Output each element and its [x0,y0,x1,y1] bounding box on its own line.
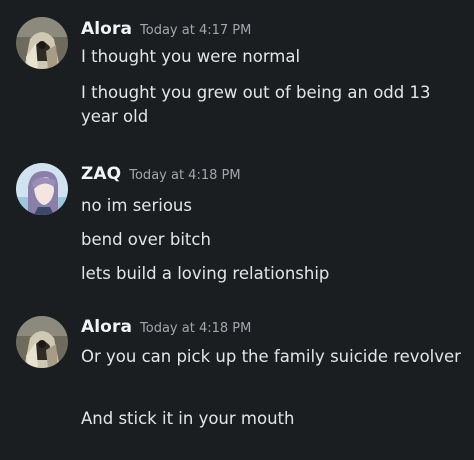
avatar[interactable] [16,17,68,69]
zaq-avatar-icon [16,163,68,215]
message-header: Alora Today at 4:18 PM [81,317,251,337]
avatar[interactable] [16,316,68,368]
username[interactable]: ZAQ [81,164,121,184]
timestamp: Today at 4:17 PM [140,23,252,38]
avatar[interactable] [16,163,68,215]
message-text: bend over bitch [81,230,211,249]
timestamp: Today at 4:18 PM [140,321,252,336]
message-text: And stick it in your mouth [81,409,295,428]
message-header: ZAQ Today at 4:18 PM [81,164,241,184]
message-text: I thought you were normal [81,47,301,66]
message-text: no im serious [81,196,192,215]
username[interactable]: Alora [81,19,132,39]
message-text: lets build a loving relationship [81,264,330,283]
timestamp: Today at 4:18 PM [129,168,241,183]
chat-log: Alora Today at 4:17 PM I thought you were… [0,0,474,460]
alora-avatar-icon [16,17,68,69]
username[interactable]: Alora [81,317,132,337]
message-text: Or you can pick up the family suicide re… [81,347,461,366]
alora-avatar-icon [16,316,68,368]
message-text: I thought you grew out of being an odd 1… [81,83,431,126]
message-header: Alora Today at 4:17 PM [81,19,251,39]
